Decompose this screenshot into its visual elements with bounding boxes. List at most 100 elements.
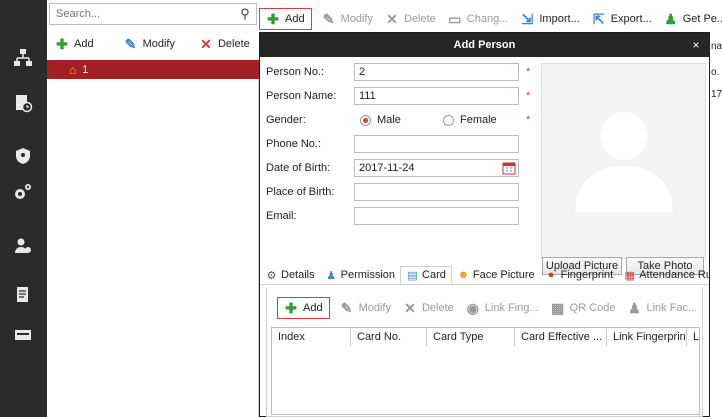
- person-add-button[interactable]: ✚ Add: [259, 8, 312, 30]
- schedule-icon[interactable]: [8, 88, 38, 118]
- card-add-label: Add: [303, 302, 323, 314]
- person-export-label: Export...: [610, 13, 652, 25]
- delete-icon: ✕: [200, 36, 212, 52]
- gender-female-radio[interactable]: [443, 115, 454, 126]
- pob-field[interactable]: [354, 183, 519, 201]
- export-icon: ⇱: [592, 11, 605, 27]
- column-header[interactable]: Card Effective ...: [514, 328, 606, 346]
- link-face-label: Link Fac...: [646, 302, 698, 314]
- tree-item[interactable]: ⌂ 1: [47, 60, 259, 79]
- gender-female-label: Female: [460, 114, 497, 126]
- card-modify-button[interactable]: ✎ Modify: [334, 298, 397, 318]
- link-fingerprint-label: Link Fing...: [484, 302, 539, 314]
- person-add-label: Add: [285, 13, 305, 25]
- person-tabs: ⚙ Details ♟ Permission ▤ Card ☻ Face Pic…: [260, 266, 721, 285]
- dob-label: Date of Birth:: [266, 162, 331, 174]
- calendar-icon[interactable]: [502, 161, 516, 175]
- tab-face-picture[interactable]: ☻ Face Picture: [452, 266, 540, 284]
- tab-fingerprint[interactable]: ● Fingerprint: [540, 266, 619, 284]
- attendance-icon: ▦: [624, 269, 635, 282]
- tab-fingerprint-label: Fingerprint: [560, 269, 614, 281]
- qr-code-button[interactable]: ▦ QR Code: [545, 298, 622, 318]
- org-delete-button[interactable]: ✕ Delete: [191, 34, 258, 54]
- gear-icon[interactable]: [8, 177, 38, 207]
- person-form: Person No.: 2 * Person Name: 111 * Gende…: [260, 57, 709, 277]
- search-icon[interactable]: ⚲: [237, 6, 253, 22]
- qr-code-icon: ▦: [550, 300, 565, 316]
- plus-icon: ✚: [285, 300, 297, 316]
- person-export-button[interactable]: ⇱ Export...: [586, 9, 658, 29]
- organization-toolbar: ✚ Add ✎ Modify ✕ Delete: [47, 28, 259, 60]
- person-no-field[interactable]: 2: [354, 63, 519, 81]
- required-mark: *: [526, 90, 531, 102]
- person-delete-label: Delete: [403, 13, 436, 25]
- edit-icon: ✎: [340, 300, 353, 316]
- person-modify-button[interactable]: ✎ Modify: [316, 9, 379, 29]
- list-cell-fragment: 17: [711, 89, 722, 100]
- person-import-button[interactable]: ⇲ Import...: [514, 9, 585, 29]
- person-icon: ♟: [664, 11, 677, 27]
- fingerprint-icon: ◉: [466, 300, 479, 316]
- required-mark: *: [526, 66, 531, 78]
- photo-preview: [541, 63, 706, 259]
- card-add-button[interactable]: ✚ Add: [277, 297, 330, 319]
- person-change-label: Chang...: [466, 13, 509, 25]
- link-face-button[interactable]: ♟ Link Fac...: [621, 298, 703, 318]
- report-icon[interactable]: [8, 280, 38, 310]
- org-modify-label: Modify: [142, 38, 175, 50]
- required-mark: *: [526, 114, 531, 126]
- column-header[interactable]: Card No.: [350, 328, 426, 346]
- close-icon[interactable]: ×: [689, 33, 703, 57]
- face-icon: ♟: [628, 300, 641, 316]
- phone-field[interactable]: [354, 135, 519, 153]
- org-add-button[interactable]: ✚ Add: [47, 34, 102, 54]
- add-person-dialog: Add Person × Person No.: 2 * Person Name…: [259, 32, 721, 417]
- organization-icon[interactable]: [8, 43, 38, 73]
- organization-tree: ⌂ 1: [47, 60, 259, 417]
- tab-details[interactable]: ⚙ Details: [260, 266, 320, 284]
- card-panel: ✚ Add ✎ Modify ✕ Delete ◉ Link Fing... ▦…: [266, 287, 703, 417]
- card-delete-button[interactable]: ✕ Delete: [397, 298, 460, 318]
- column-header[interactable]: Li: [686, 328, 699, 346]
- card-delete-label: Delete: [421, 302, 454, 314]
- gender-male-radio[interactable]: [360, 115, 371, 126]
- person-change-button[interactable]: ▭ Chang...: [442, 9, 515, 29]
- card-table: Index Card No. Card Type Card Effective …: [271, 327, 700, 415]
- tab-face-picture-label: Face Picture: [472, 269, 535, 281]
- gender-male-label: Male: [377, 114, 401, 126]
- email-field[interactable]: [354, 207, 519, 225]
- pob-label: Place of Birth:: [266, 186, 335, 198]
- module-sidebar: [0, 0, 47, 417]
- tab-permission-label: Permission: [340, 269, 396, 281]
- tree-item-label: 1: [82, 63, 89, 76]
- tab-permission[interactable]: ♟ Permission: [320, 266, 400, 284]
- email-label: Email:: [266, 210, 297, 222]
- device-icon[interactable]: [8, 320, 38, 350]
- shield-icon[interactable]: [8, 141, 38, 171]
- fingerprint-icon: ●: [547, 269, 555, 281]
- org-modify-button[interactable]: ✎ Modify: [116, 34, 183, 54]
- card-icon: ▭: [448, 11, 462, 27]
- person-name-field[interactable]: 111: [354, 87, 519, 105]
- person-import-label: Import...: [539, 13, 580, 25]
- dob-value: 2017-11-24: [359, 162, 415, 174]
- column-header[interactable]: Link Fingerprint: [606, 328, 686, 346]
- tab-attendance-rule[interactable]: ▦ Attendance Rule: [618, 266, 722, 284]
- details-icon: ⚙: [266, 269, 277, 282]
- person-delete-button[interactable]: ✕ Delete: [379, 9, 442, 29]
- column-header[interactable]: Card Type: [426, 328, 514, 346]
- user-mic-icon[interactable]: [8, 231, 38, 261]
- import-icon: ⇲: [521, 11, 534, 27]
- delete-icon: ✕: [386, 11, 398, 27]
- home-icon: ⌂: [69, 62, 77, 77]
- search-input[interactable]: [50, 4, 236, 24]
- search-box: ⚲: [49, 3, 257, 25]
- column-header[interactable]: Index: [272, 328, 350, 346]
- person-get-button[interactable]: ♟ Get Pe...: [658, 9, 722, 29]
- dob-field[interactable]: 2017-11-24: [354, 159, 519, 177]
- dialog-title: Add Person: [260, 33, 709, 57]
- edit-icon: ✎: [322, 11, 335, 27]
- tab-card[interactable]: ▤ Card: [400, 266, 452, 284]
- link-fingerprint-button[interactable]: ◉ Link Fing...: [460, 298, 545, 318]
- person-modify-label: Modify: [340, 13, 373, 25]
